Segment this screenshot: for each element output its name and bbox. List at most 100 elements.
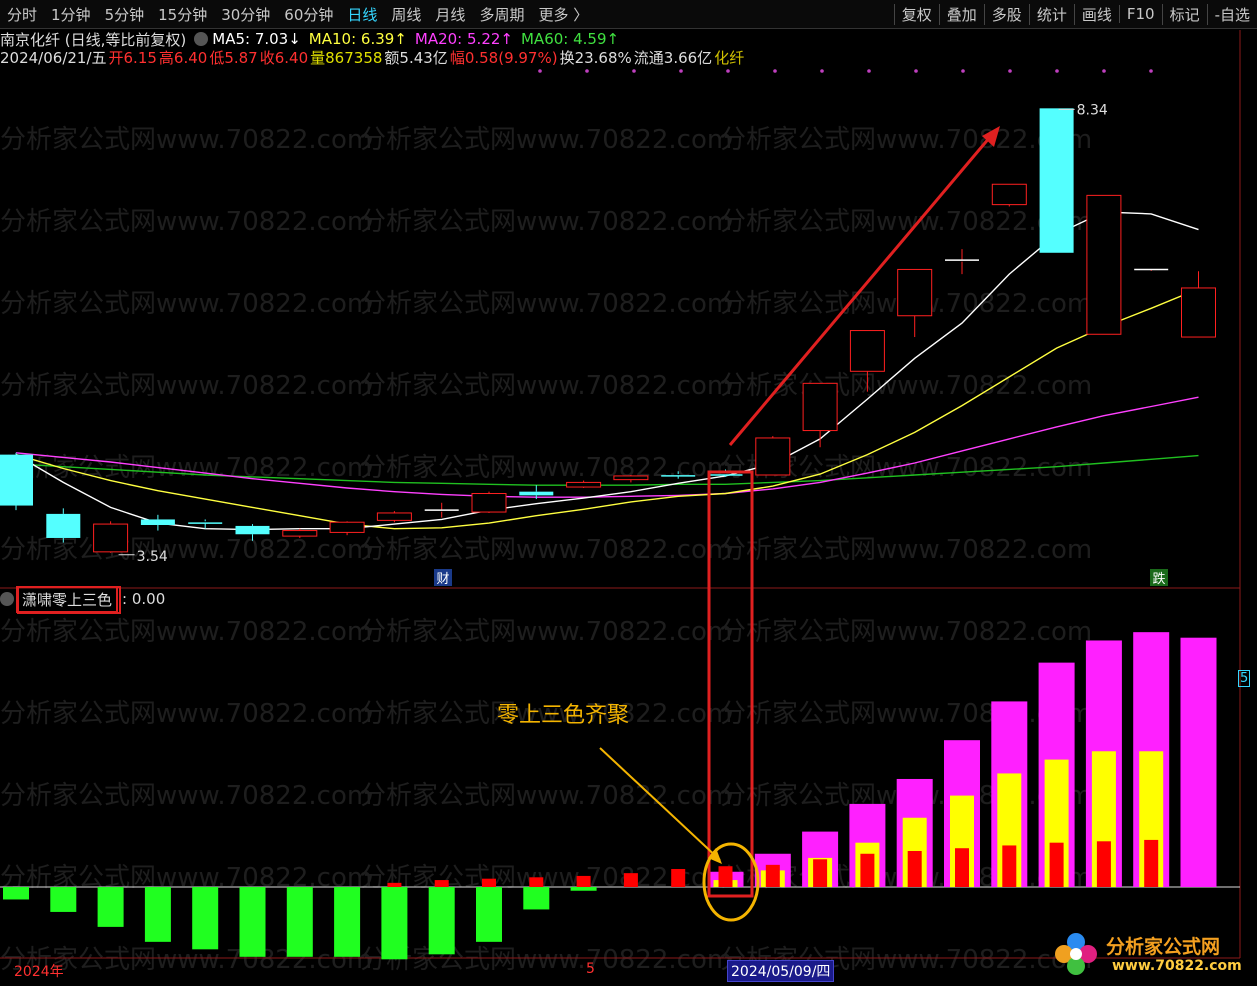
high-price-label: 8.34: [1077, 102, 1108, 118]
red-bar: [576, 875, 591, 887]
watermark-text: 分析家公式网www.70822.com: [0, 207, 372, 237]
negative-bar: [144, 887, 171, 942]
indicator-name[interactable]: 潇啸零上三色: [16, 585, 119, 613]
candle-body: [1039, 108, 1074, 253]
red-bar: [1096, 841, 1111, 887]
indicator-toggle-icon[interactable]: [0, 592, 14, 606]
watermark-text: 分析家公式网www.70822.com: [0, 617, 372, 647]
signal-dot: [679, 69, 683, 73]
signal-dot: [914, 69, 918, 73]
red-bar: [387, 882, 402, 887]
candle-body: [613, 475, 649, 481]
watermark-text: 分析家公式网www.70822.com: [0, 781, 372, 811]
signal-dot: [632, 69, 636, 73]
watermark-text: 分析家公式网www.70822.com: [0, 125, 372, 155]
candle-body: [282, 530, 318, 537]
negative-bar: [50, 887, 77, 912]
watermark-text: 分析家公式网www.70822.com: [360, 781, 732, 811]
signal-dot: [1149, 69, 1153, 73]
watermark-text: 分析家公式网www.70822.com: [360, 125, 732, 155]
watermark-text: 分析家公式网www.70822.com: [720, 699, 1092, 729]
annotation-text: 零上三色齐聚: [497, 703, 630, 728]
event-marker-die-text: 跌: [1152, 571, 1165, 587]
candle-body: [140, 519, 175, 525]
signal-dot: [538, 69, 542, 73]
negative-bar: [3, 887, 29, 900]
candle-body: [93, 523, 129, 553]
watermark-text: 分析家公式网www.70822.com: [360, 207, 732, 237]
candle-body: [755, 437, 791, 476]
negative-bar: [334, 887, 361, 957]
red-bar: [1002, 845, 1017, 887]
watermark-text: 分析家公式网www.70822.com: [360, 617, 732, 647]
candle-body: [235, 525, 270, 535]
candle-body: [802, 382, 838, 432]
red-bar: [955, 848, 969, 887]
red-bar: [623, 873, 638, 887]
red-bar: [1144, 839, 1159, 887]
signal-dot: [867, 69, 871, 73]
candle-body: [897, 268, 933, 317]
candle-body: [376, 512, 412, 521]
cursor-date: 2024/05/09/四: [727, 960, 835, 982]
red-bar: [671, 868, 686, 887]
candle-body: [1086, 194, 1122, 335]
watermark-text: 分析家公式网www.70822.com: [0, 699, 372, 729]
signal-dot: [1008, 69, 1012, 73]
candle-body: [0, 454, 33, 506]
event-marker-cai-text: 财: [436, 572, 449, 587]
negative-bar: [476, 887, 502, 942]
logo-title: 分析家公式网: [1106, 936, 1221, 958]
axis-year: 2024年: [14, 964, 64, 980]
candle-body: [1181, 287, 1216, 338]
watermark-text: 分析家公式网www.70822.com: [360, 453, 732, 483]
signal-dot: [1102, 69, 1106, 73]
logo-url: www.70822.com: [1112, 958, 1242, 974]
watermark-text: 分析家公式网www.70822.com: [360, 289, 732, 319]
negative-bar: [523, 887, 550, 910]
red-bar: [765, 864, 780, 887]
ma10-line: [15, 288, 1199, 530]
watermark-text: 分析家公式网www.70822.com: [0, 371, 372, 401]
candle-body: [519, 491, 554, 496]
red-bar: [860, 853, 875, 887]
negative-bar: [570, 887, 597, 891]
negative-bar: [381, 887, 408, 960]
candle-body: [329, 521, 365, 533]
low-price-label: 3.54: [137, 549, 168, 565]
watermark-text: 分析家公式网www.70822.com: [720, 207, 1092, 237]
site-logo: 分析家公式网 www.70822.com: [1050, 928, 1250, 980]
signal-dot: [585, 69, 589, 73]
negative-bar: [97, 887, 124, 927]
watermark-text: 分析家公式网www.70822.com: [720, 617, 1092, 647]
red-bar: [434, 880, 449, 887]
negative-bar: [192, 887, 219, 950]
red-bar: [907, 850, 922, 887]
watermark-text: 分析家公式网www.70822.com: [0, 289, 372, 319]
watermark-text: 分析家公式网www.70822.com: [720, 125, 1092, 155]
red-bar: [813, 859, 828, 887]
watermark-text: 分析家公式网www.70822.com: [360, 535, 732, 565]
negative-bar: [286, 887, 313, 957]
indicator-scale-tick: 5: [1238, 670, 1251, 687]
candle-body: [46, 513, 81, 538]
signal-dot: [773, 69, 777, 73]
indicator-label-row: 潇啸零上三色 : 0.00: [0, 585, 166, 613]
negative-bar: [239, 887, 266, 957]
candle-body: [566, 481, 602, 488]
negative-bar: [428, 887, 455, 955]
magenta-bar: [1180, 637, 1217, 887]
red-bar: [718, 866, 733, 887]
candle-body: [991, 183, 1027, 206]
signal-dot: [820, 69, 824, 73]
signal-dot: [961, 69, 965, 73]
watermark-text: 分析家公式网www.70822.com: [0, 535, 372, 565]
watermark-text: 分析家公式网www.70822.com: [720, 371, 1092, 401]
flower-logo-icon: [1055, 933, 1097, 975]
candle-body: [471, 493, 507, 513]
watermark-text: 分析家公式网www.70822.com: [360, 371, 732, 401]
red-bar: [1049, 842, 1064, 887]
kline-chart[interactable]: 分析家公式网www.70822.com分析家公式网www.70822.com分析…: [0, 0, 1257, 986]
indicator-value: : 0.00: [122, 590, 166, 608]
watermark-text: 分析家公式网www.70822.com: [720, 535, 1092, 565]
